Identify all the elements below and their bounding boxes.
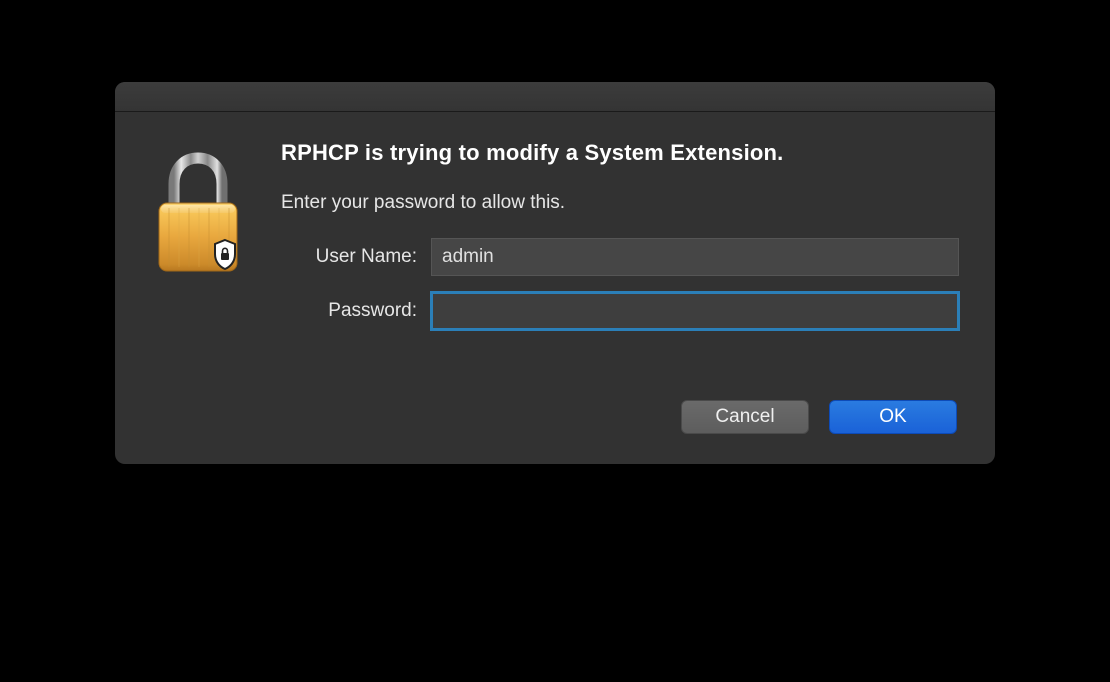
password-input[interactable]	[431, 292, 959, 330]
content-column: RPHCP is trying to modify a System Exten…	[281, 140, 959, 434]
password-label: Password:	[281, 300, 431, 322]
cancel-button[interactable]: Cancel	[681, 400, 809, 434]
dialog-subtitle: Enter your password to allow this.	[281, 192, 959, 214]
authentication-dialog: RPHCP is trying to modify a System Exten…	[115, 82, 995, 464]
icon-column	[151, 140, 245, 434]
ok-button[interactable]: OK	[829, 400, 957, 434]
button-row: Cancel OK	[281, 400, 959, 434]
username-input[interactable]	[431, 238, 959, 276]
dialog-body: RPHCP is trying to modify a System Exten…	[115, 112, 995, 464]
username-label: User Name:	[281, 246, 431, 268]
dialog-title: RPHCP is trying to modify a System Exten…	[281, 140, 959, 166]
password-row: Password:	[281, 292, 959, 330]
lock-icon	[151, 148, 245, 276]
username-row: User Name:	[281, 238, 959, 276]
dialog-titlebar	[115, 82, 995, 112]
